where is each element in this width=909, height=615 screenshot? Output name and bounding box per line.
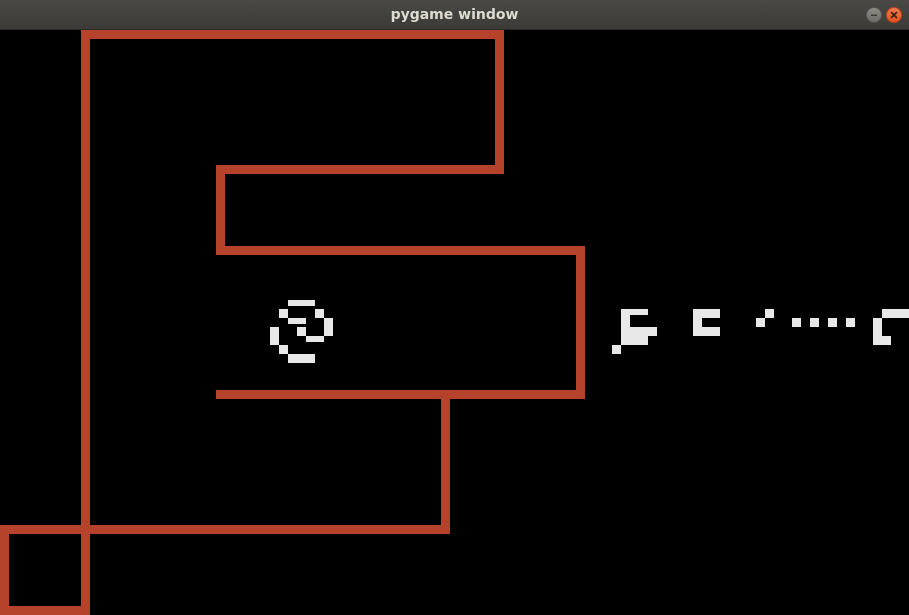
wall-segment [0,525,450,534]
dots [792,318,855,327]
minimize-button[interactable] [866,7,882,23]
wall-segment [495,30,504,174]
close-icon [890,11,898,19]
glyph-4 [873,309,909,345]
wall-segment [216,165,504,174]
player-sprite [270,300,333,363]
wall-segment [81,30,504,39]
wall-segment [576,246,585,399]
wall-segment [441,390,450,534]
game-scene [0,30,909,615]
minimize-icon [871,14,877,16]
title-bar[interactable]: pygame window [0,0,909,30]
glyph-1 [612,309,657,354]
glyph-3 [756,309,774,327]
wall-segment [216,165,225,255]
game-canvas[interactable] [0,30,909,615]
wall-segment [0,525,9,615]
window-title: pygame window [390,7,519,23]
wall-segment [216,246,585,255]
wall-segment [216,390,585,399]
pygame-window: pygame window [0,0,909,615]
pixel-glyphs [612,309,909,354]
glyph-2 [693,309,720,336]
wall-segment [0,606,90,615]
close-button[interactable] [886,7,902,23]
